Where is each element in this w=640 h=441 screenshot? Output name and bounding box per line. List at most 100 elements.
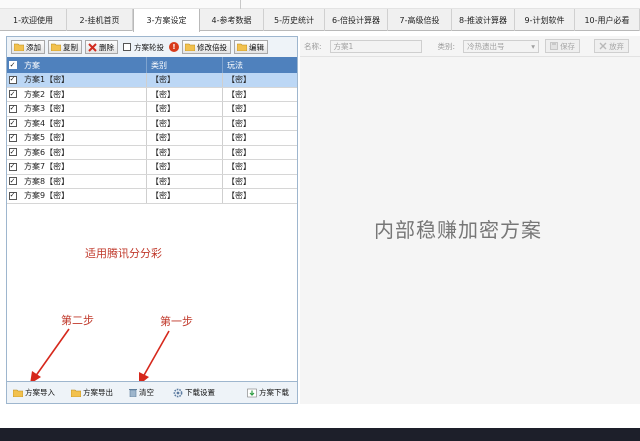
plan-name-cell: 方案7【密】 — [21, 160, 147, 174]
import-button[interactable]: 方案导入 — [13, 387, 65, 398]
table-row[interactable]: 方案4【密】【密】【密】 — [7, 116, 297, 131]
row-checkbox[interactable] — [8, 90, 17, 99]
plan-toolbar: 添加 复制 删除 方案轮投 ! 修改倍投 编辑 — [7, 37, 297, 57]
download-settings-label: 下载设置 — [185, 388, 215, 397]
play-cell: 【密】 — [227, 89, 251, 99]
taskbar — [0, 428, 640, 441]
category-cell: 【密】 — [147, 189, 223, 203]
edit-button[interactable]: 编辑 — [234, 40, 268, 54]
step-two-arrow — [30, 328, 70, 384]
copy-label: 复制 — [63, 42, 78, 52]
tab-5[interactable]: 5-历史统计 — [264, 9, 325, 31]
close-icon — [599, 42, 607, 50]
name-label: 名称: — [304, 41, 322, 51]
play-cell: 【密】 — [227, 118, 251, 128]
discard-button[interactable]: 放弃 — [594, 39, 630, 53]
row-checkbox[interactable] — [8, 177, 17, 186]
folder-icon — [14, 43, 24, 51]
select-all-checkbox[interactable] — [8, 61, 17, 69]
row-checkbox[interactable] — [8, 75, 17, 84]
folder-icon — [51, 43, 61, 51]
plan-name-cell: 方案3【密】 — [21, 102, 147, 116]
grid-header: 方案 类别 玩法 — [7, 57, 297, 73]
play-cell: 【密】 — [227, 104, 251, 114]
save-icon — [550, 42, 558, 50]
clear-button[interactable]: 清空 — [129, 387, 173, 398]
tab-2[interactable]: 2-挂机首页 — [67, 9, 133, 31]
rotate-plan-checkbox[interactable]: 方案轮投 — [121, 42, 166, 53]
tab-4[interactable]: 4-参考数据 — [200, 9, 264, 31]
category-select[interactable]: 冷热遗出号 ▾ — [463, 39, 540, 53]
row-checkbox[interactable] — [8, 191, 17, 200]
tab-6[interactable]: 6-倍投计算器 — [325, 9, 388, 31]
download-label: 方案下载 — [259, 388, 289, 397]
table-row[interactable]: 方案8【密】【密】【密】 — [7, 174, 297, 189]
tab-3[interactable]: 3-方案设定 — [133, 9, 200, 32]
row-checkbox[interactable] — [8, 119, 17, 128]
column-header-plan[interactable]: 方案 — [21, 57, 147, 73]
tab-10[interactable]: 10-用户必看 — [575, 9, 640, 31]
tab-bar: 1-欢迎使用 2-挂机首页 3-方案设定 4-参考数据 5-历史统计 6-倍投计算器 7-高… — [0, 9, 640, 32]
download-settings-button[interactable]: 下载设置 — [173, 387, 247, 398]
row-checkbox[interactable] — [8, 162, 17, 171]
plan-name-cell: 方案8【密】 — [21, 174, 147, 188]
table-row[interactable]: 方案1【密】【密】【密】 — [7, 73, 297, 88]
table-row[interactable]: 方案2【密】【密】【密】 — [7, 87, 297, 102]
plan-list-panel: 添加 复制 删除 方案轮投 ! 修改倍投 编辑 方案 类别 玩法 — [6, 36, 298, 404]
grid-body: 方案1【密】【密】【密】方案2【密】【密】【密】方案3【密】【密】【密】方案4【… — [7, 73, 297, 204]
table-row[interactable]: 方案3【密】【密】【密】 — [7, 102, 297, 117]
rotate-label: 方案轮投 — [134, 42, 164, 52]
add-button[interactable]: 添加 — [11, 40, 45, 54]
tab-9[interactable]: 9-计划软件 — [515, 9, 575, 31]
plan-name-input[interactable]: 方案1 — [329, 39, 422, 53]
plan-name-cell: 方案9【密】 — [21, 189, 147, 203]
modify-multiplier-button[interactable]: 修改倍投 — [182, 40, 231, 54]
play-cell: 【密】 — [227, 162, 251, 172]
row-checkbox[interactable] — [8, 104, 17, 113]
category-cell: 【密】 — [147, 116, 223, 130]
export-label: 方案导出 — [83, 388, 113, 397]
add-label: 添加 — [26, 42, 41, 52]
play-cell: 【密】 — [227, 133, 251, 143]
download-button[interactable]: 方案下载 — [247, 387, 289, 398]
tab-7[interactable]: 7-高级倍投 — [388, 9, 452, 31]
window-top-strip — [0, 0, 640, 9]
play-cell: 【密】 — [227, 191, 251, 201]
category-cell: 【密】 — [147, 131, 223, 145]
chevron-down-icon: ▾ — [531, 41, 536, 51]
folder-icon — [185, 43, 195, 51]
column-header-category[interactable]: 类别 — [147, 57, 223, 73]
plan-bottom-bar: 方案导入 方案导出 清空 下载设置 方案下载 — [7, 381, 297, 403]
table-row[interactable]: 方案7【密】【密】【密】 — [7, 160, 297, 175]
tab-8[interactable]: 8-推波计算器 — [452, 9, 515, 31]
clear-label: 清空 — [139, 388, 154, 397]
row-checkbox[interactable] — [8, 133, 17, 142]
plan-name-cell: 方案4【密】 — [21, 116, 147, 130]
category-select-value: 冷热遗出号 — [467, 41, 505, 51]
category-cell: 【密】 — [147, 73, 223, 87]
delete-button[interactable]: 删除 — [85, 40, 118, 54]
save-button[interactable]: 保存 — [545, 39, 581, 53]
step-two-label: 第二步 — [61, 314, 94, 327]
modify-multiplier-label: 修改倍投 — [197, 42, 227, 52]
copy-button[interactable]: 复制 — [48, 40, 82, 54]
table-row[interactable]: 方案9【密】【密】【密】 — [7, 189, 297, 204]
play-cell: 【密】 — [227, 147, 251, 157]
delete-x-icon — [88, 42, 97, 52]
table-row[interactable]: 方案5【密】【密】【密】 — [7, 131, 297, 146]
detail-divider — [300, 56, 640, 57]
step-one-arrow — [139, 330, 170, 385]
plan-name-cell: 方案2【密】 — [21, 87, 147, 101]
row-checkbox[interactable] — [8, 148, 17, 157]
export-button[interactable]: 方案导出 — [71, 387, 129, 398]
column-header-play[interactable]: 玩法 — [223, 57, 297, 73]
plan-name-cell: 方案6【密】 — [21, 145, 147, 159]
plan-name-cell: 方案5【密】 — [21, 131, 147, 145]
rotate-checkbox-box[interactable] — [123, 43, 131, 51]
folder-icon — [13, 389, 23, 397]
category-cell: 【密】 — [147, 174, 223, 188]
applicable-note: 适用腾讯分分彩 — [85, 247, 162, 260]
category-cell: 【密】 — [147, 87, 223, 101]
tab-1[interactable]: 1-欢迎使用 — [0, 9, 67, 31]
table-row[interactable]: 方案6【密】【密】【密】 — [7, 145, 297, 160]
